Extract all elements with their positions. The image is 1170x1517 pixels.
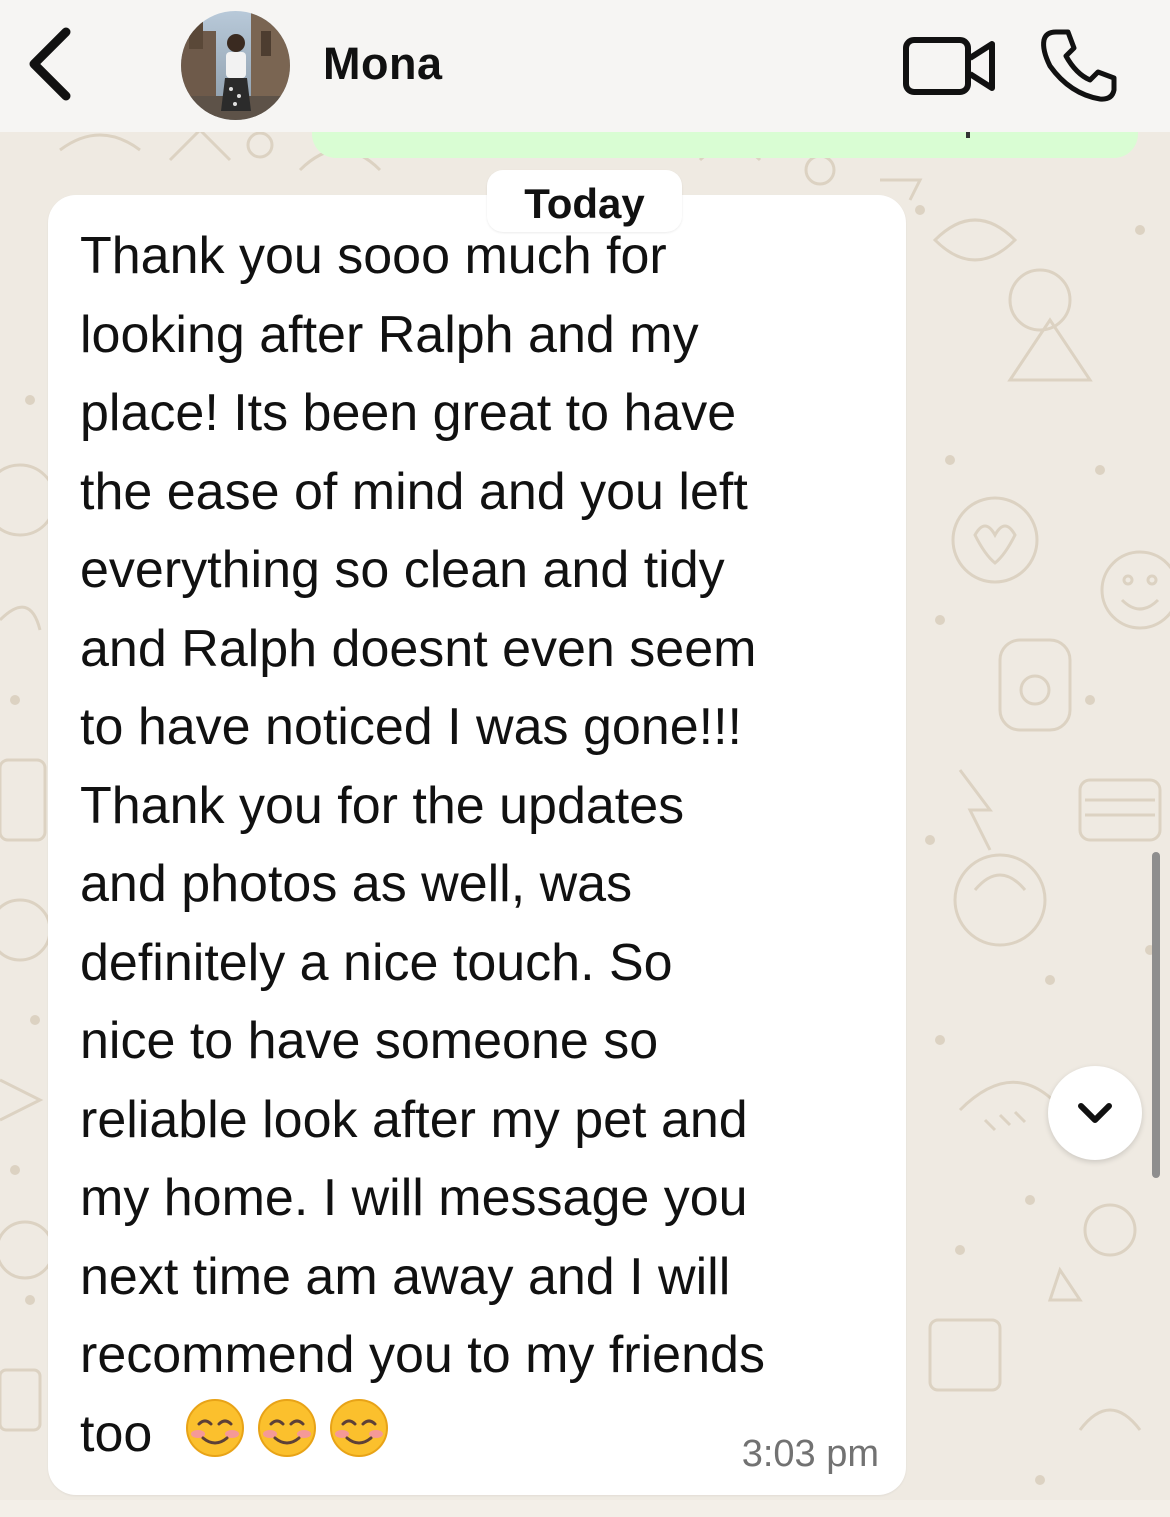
incoming-message-bubble[interactable]: Thank you sooo much for looking after Ra… [48,195,906,1495]
message-timestamp: 3:03 pm [741,1433,879,1475]
smiling-face-emoji-icon [186,1399,244,1457]
scroll-to-bottom-button[interactable] [1048,1066,1142,1160]
message-line: and photos as well, was [80,855,633,913]
message-text: Thank you sooo much for looking after Ra… [80,217,900,1473]
contact-avatar[interactable] [181,11,290,120]
message-line: Thank you for the updates [80,776,685,835]
avatar-photo [181,11,290,120]
message-line: place! Its been great to have [80,384,737,442]
chat-header: Mona [0,0,1170,132]
message-line: my home. I will message you [80,1169,748,1227]
message-line: reliable look after my pet and [80,1090,748,1149]
message-status-mark [966,132,970,138]
message-line: the ease of mind and you left [80,462,748,521]
message-line: looking after Ralph and my [80,305,699,364]
scrollbar[interactable] [1152,852,1160,1178]
message-line: Thank you sooo much for [80,227,667,285]
video-call-button[interactable] [902,32,998,98]
message-line: and Ralph doesnt even seem [80,619,757,678]
chevron-down-icon [1078,1103,1112,1123]
message-line: next time am away and I will [80,1247,731,1306]
video-camera-icon [903,37,995,95]
smiling-face-emoji-icon [258,1399,316,1457]
date-separator-label: Today [524,180,645,227]
message-line: to have noticed I was gone!!! [80,698,742,756]
back-button[interactable] [22,26,82,102]
message-line: definitely a nice touch. So [80,933,673,992]
smiling-face-emoji-icon [330,1399,388,1457]
date-separator: Today [487,170,682,232]
message-line: nice to have someone so [80,1012,659,1070]
phone-icon [1041,29,1117,102]
composer-bar-edge [0,1500,1170,1517]
contact-name[interactable]: Mona [323,38,443,90]
voice-call-button[interactable] [1038,26,1118,104]
message-line: recommend you to my friends [80,1326,765,1384]
message-line: everything so clean and tidy [80,541,725,599]
chevron-left-icon [29,27,71,101]
message-line: too [80,1404,153,1463]
